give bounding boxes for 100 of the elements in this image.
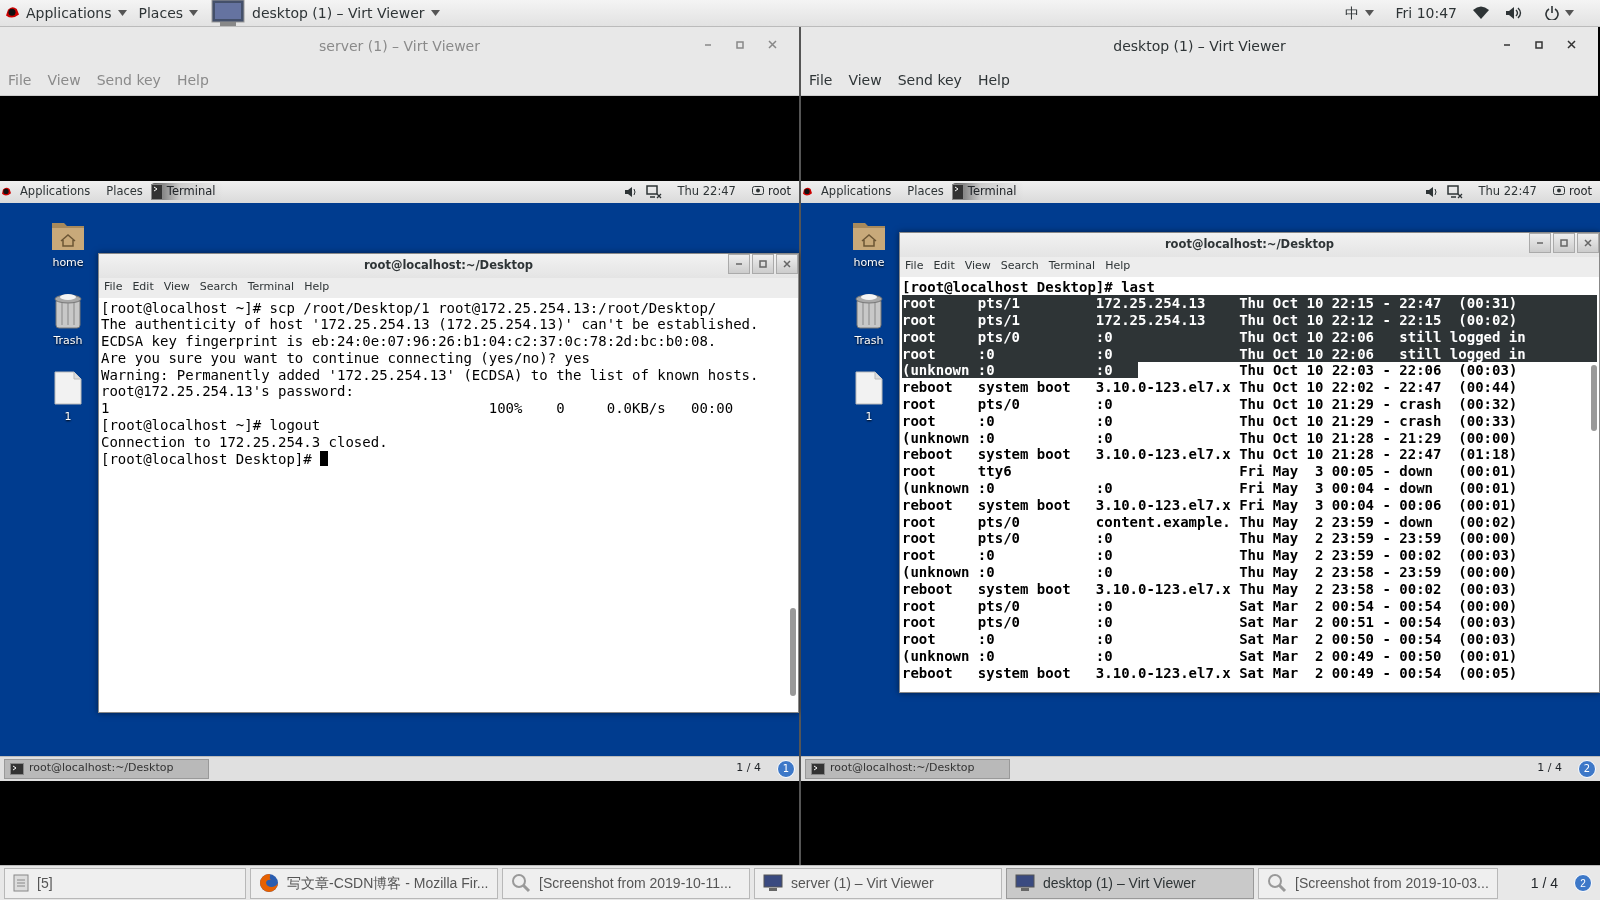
document-icon [54,370,82,405]
volume-icon[interactable] [1505,6,1523,20]
menu-button[interactable]: Applications [12,182,99,201]
menu-item[interactable]: File [900,258,929,275]
user-menu-button[interactable]: root [1552,182,1592,201]
taskbar-button[interactable]: server (1) – Virt Viewer [754,867,1002,899]
trash-icon [854,292,884,329]
caret-icon [189,10,199,16]
input-method-button[interactable]: 中 [1338,0,1380,27]
menu-item[interactable]: Edit [127,279,159,296]
menu-item[interactable]: Help [969,69,1018,91]
maximize-button[interactable] [752,253,774,274]
minimize-button[interactable] [1529,232,1551,253]
clock[interactable]: Thu 22:47 [1470,182,1545,201]
window-title: root@localhost:~/Desktop [1164,235,1335,253]
terminal-line: root :0 :0 Sat Mar 2 00:50 - 00:54 (00:03) [902,631,1518,649]
maximize-icon [759,259,767,268]
terminal-line: root@172.25.254.13's password: [101,383,354,401]
workspace-badge[interactable]: 1 [777,759,795,778]
workspace-pager[interactable]: 1 / 4 [736,760,761,777]
menu-button[interactable]: Places [98,182,151,201]
menu-item[interactable]: File [801,69,841,91]
taskbar-button[interactable]: [5] [4,867,246,899]
terminal-line: (unknown :0 :0 Thu Oct 10 21:28 - 21:29 (00:00) [902,429,1518,447]
network-icon[interactable] [645,184,662,199]
menu-item[interactable]: Help [299,279,335,296]
taskbar-button[interactable]: [Screenshot from 2019-10-03... [1258,867,1498,899]
terminal-line: [root@localhost ~]# scp /root/Desktop/1 root@172.25.254.13:/root/Desktop/ [101,299,717,317]
menu-item[interactable]: Terminal [1043,258,1101,275]
window-menu-button[interactable]: desktop (1) – Virt Viewer [204,0,446,27]
menu-item[interactable]: Send key [889,69,970,91]
monitor-icon [763,874,783,892]
user-icon [1552,186,1565,197]
workspace-badge[interactable]: 2 [1578,759,1596,778]
terminal-line: reboot system boot 3.10.0-123.el7.x Thu May 2 23:58 - 00:02 (00:03) [902,580,1518,598]
maximize-icon[interactable] [1535,40,1543,49]
menu-item[interactable]: Edit [928,258,960,275]
terminal-line: (unknown :0 :0 Sat Mar 2 00:49 - 00:50 (00:01) [902,648,1518,665]
taskbar-button[interactable]: 写文章-CSDN博客 - Mozilla Fir... [250,867,498,899]
caret-icon [117,10,127,16]
workspace-badge[interactable]: 2 [1574,874,1592,892]
menu-item[interactable]: Help [1100,258,1136,275]
taskbar-button[interactable]: root@localhost:~/Desktop [4,758,209,779]
icon-label: home [853,254,885,271]
terminal-line: root tty6 Fri May 3 00:05 - down (00:01) [902,463,1518,481]
menu-item[interactable]: Search [995,258,1044,275]
menu-item[interactable]: Terminal [242,279,300,296]
terminal-line: ECDSA key fingerprint is eb:24:0e:07:96:26:b1:04:c2:37:0c:78:2d:bc:b0:08. [101,333,717,350]
menu-button[interactable]: Applications [20,0,133,27]
volume-icon[interactable] [1424,185,1439,198]
scrollbar[interactable] [790,607,796,696]
volume-icon[interactable] [623,185,638,198]
clock[interactable]: Fri 10:47 [1395,2,1457,24]
taskbar-button[interactable]: root@localhost:~/Desktop [805,758,1010,779]
menu-button[interactable]: Places [899,182,952,201]
wifi-icon[interactable] [1473,6,1489,20]
menu-item[interactable]: Search [194,279,243,296]
browser-icon [259,873,279,893]
minimize-button[interactable] [728,253,750,274]
icon-label: home [52,254,84,271]
minimize-icon [1536,241,1544,244]
taskbar-button[interactable]: desktop (1) – Virt Viewer [1006,867,1254,899]
close-icon[interactable] [1567,40,1576,49]
icon-label: Trash [854,332,884,349]
user-menu-button[interactable]: root [751,182,791,201]
window-title: root@localhost:~/Desktop [363,256,534,274]
user-icon [751,186,764,197]
menu-button[interactable]: Applications [813,182,900,201]
terminal-line: root :0 :0 Thu May 2 23:59 - 00:02 (00:03) [902,547,1518,565]
terminal-line: Are you sure you want to continue connecting (yes/no)? yes [101,349,590,367]
menu-item[interactable]: View [840,69,890,91]
terminal-line: Connection to 172.25.254.3 closed. [101,433,388,451]
terminal-icon [811,762,825,775]
terminal-line: reboot system boot 3.10.0-123.el7.x Thu Oct 10 22:02 - 22:47 (00:44) [902,379,1518,397]
workspace-pager[interactable]: 1 / 4 [1530,872,1558,894]
scrollbar[interactable] [1591,364,1597,431]
window-title: server (1) – Virt Viewer [319,36,480,56]
maximize-icon [1560,238,1568,247]
window-list-icon [13,874,29,892]
window-thumbnail-icon [210,0,247,26]
menu-item[interactable]: File [99,279,128,296]
document-icon [855,370,883,405]
menu-item[interactable]: View [158,279,195,296]
caret-icon [1364,10,1374,16]
minimize-icon[interactable] [1503,43,1511,46]
menu-button[interactable]: Places [132,0,205,27]
monitor-icon [1015,874,1035,892]
icon-label: 1 [64,408,72,425]
terminal-line: Warning: Permanently added '172.25.254.13' (ECDSA) to the list of known hosts. [101,366,759,384]
menu-item[interactable]: View [959,258,996,275]
network-icon[interactable] [1446,184,1463,199]
close-button[interactable] [776,253,798,274]
terminal-line: root pts/0 :0 Thu Oct 10 21:29 - crash (00:32) [902,396,1518,413]
close-icon [1584,238,1592,247]
maximize-button[interactable] [1553,232,1575,253]
workspace-pager[interactable]: 1 / 4 [1537,760,1562,777]
clock[interactable]: Thu 22:47 [669,182,744,201]
close-button[interactable] [1577,232,1599,253]
taskbar-button[interactable]: [Screenshot from 2019-10-11... [502,867,750,899]
terminal-line: reboot system boot 3.10.0-123.el7.x Thu Oct 10 21:28 - 22:47 (01:18) [902,446,1518,464]
